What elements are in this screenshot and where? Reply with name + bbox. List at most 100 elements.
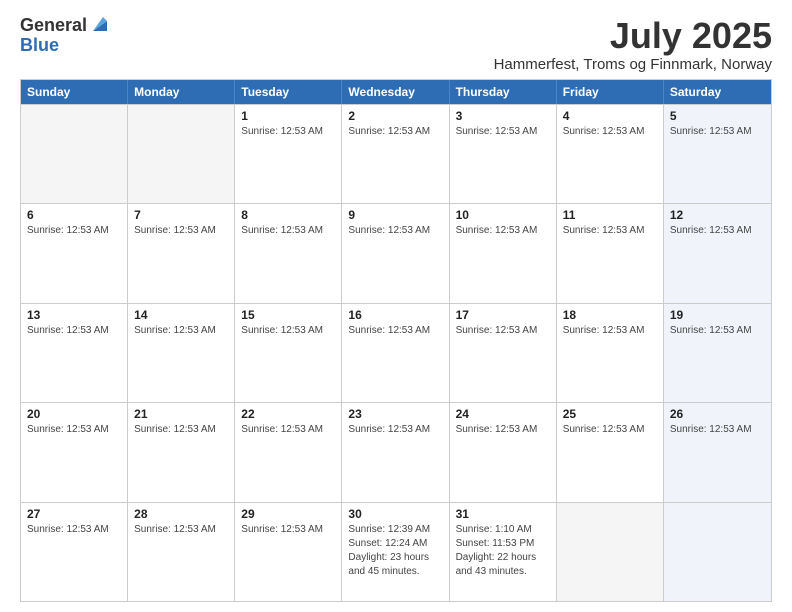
day-info: Sunrise: 12:53 AM	[241, 224, 335, 238]
cal-cell-w4-d7: 26 Sunrise: 12:53 AM	[664, 403, 771, 501]
day-number: 18	[563, 308, 657, 322]
day-number: 4	[563, 109, 657, 123]
day-number: 5	[670, 109, 765, 123]
day-number: 12	[670, 208, 765, 222]
day-number: 22	[241, 407, 335, 421]
day-info: Sunrise: 12:53 AM	[563, 224, 657, 238]
day-number: 31	[456, 507, 550, 521]
cal-cell-w1-d2	[128, 105, 235, 203]
day-number: 9	[348, 208, 442, 222]
day-number: 23	[348, 407, 442, 421]
logo-blue: Blue	[20, 36, 111, 56]
day-info: Sunrise: 12:53 AM	[241, 125, 335, 139]
day-info: Sunrise: 12:53 AM	[670, 125, 765, 139]
day-number: 25	[563, 407, 657, 421]
calendar: Sunday Monday Tuesday Wednesday Thursday…	[20, 79, 772, 602]
month-title: July 2025	[494, 16, 772, 56]
week-row-1: 1 Sunrise: 12:53 AM 2 Sunrise: 12:53 AM 3 Sun…	[21, 104, 771, 203]
day-info: Sunrise: 12:53 AM	[134, 423, 228, 437]
day-info: Sunrise: 12:53 AM	[348, 423, 442, 437]
header-friday: Friday	[557, 80, 664, 104]
cal-cell-w2-d5: 10 Sunrise: 12:53 AM	[450, 204, 557, 302]
day-number: 29	[241, 507, 335, 521]
cal-cell-w5-d5: 31 Sunrise: 1:10 AM Sunset: 11:53 PM Dayl…	[450, 503, 557, 601]
day-info: Sunrise: 12:53 AM	[27, 324, 121, 338]
day-info: Sunrise: 12:53 AM	[670, 423, 765, 437]
calendar-page: General Blue July 2025 Hammerfest, Troms…	[0, 0, 792, 612]
day-number: 14	[134, 308, 228, 322]
header-sunday: Sunday	[21, 80, 128, 104]
week-row-2: 6Sunrise: 12:53 AM7Sunrise: 12:53 AM8Sun…	[21, 203, 771, 302]
day-info: Sunrise: 12:53 AM	[134, 224, 228, 238]
cal-cell-w3-d5: 17Sunrise: 12:53 AM	[450, 304, 557, 402]
cal-cell-w5-d3: 29 Sunrise: 12:53 AM	[235, 503, 342, 601]
cal-cell-w2-d7: 12 Sunrise: 12:53 AM	[664, 204, 771, 302]
day-info: Sunrise: 12:53 AM	[348, 324, 442, 338]
day-info: Sunrise: 12:53 AM	[27, 523, 121, 537]
day-number: 10	[456, 208, 550, 222]
cal-cell-w4-d1: 20 Sunrise: 12:53 AM	[21, 403, 128, 501]
header-saturday: Saturday	[664, 80, 771, 104]
day-number: 28	[134, 507, 228, 521]
cal-cell-w1-d5: 3 Sunrise: 12:53 AM	[450, 105, 557, 203]
day-number: 1	[241, 109, 335, 123]
calendar-body: 1 Sunrise: 12:53 AM 2 Sunrise: 12:53 AM 3 Sun…	[21, 104, 771, 601]
day-number: 13	[27, 308, 121, 322]
cal-cell-w2-d6: 11Sunrise: 12:53 AM	[557, 204, 664, 302]
day-info: Sunrise: 12:53 AM	[27, 423, 121, 437]
day-info: Sunrise: 12:53 AM	[241, 324, 335, 338]
day-info: Sunrise: 12:53 AM	[456, 125, 550, 139]
day-number: 20	[27, 407, 121, 421]
week-row-5: 27Sunrise: 12:53 AM28Sunrise: 12:53 AM29…	[21, 502, 771, 601]
day-number: 3	[456, 109, 550, 123]
week-row-4: 20 Sunrise: 12:53 AM 21 Sunrise: 12:53 AM 22…	[21, 402, 771, 501]
day-info: Sunrise: 12:53 AM	[241, 523, 335, 537]
cal-cell-w4-d6: 25 Sunrise: 12:53 AM	[557, 403, 664, 501]
day-info: Sunrise: 12:53 AM	[134, 523, 228, 537]
day-info: Sunrise: 12:53 AM	[348, 224, 442, 238]
day-number: 2	[348, 109, 442, 123]
cal-cell-w5-d1: 27Sunrise: 12:53 AM	[21, 503, 128, 601]
week-row-3: 13 Sunrise: 12:53 AM 14 Sunrise: 12:53 AM 15…	[21, 303, 771, 402]
cal-cell-w3-d6: 18 Sunrise: 12:53 AM	[557, 304, 664, 402]
title-block: July 2025 Hammerfest, Troms og Finnmark,…	[494, 16, 772, 73]
day-info: Sunrise: 12:53 AM	[456, 224, 550, 238]
cal-cell-w1-d3: 1 Sunrise: 12:53 AM	[235, 105, 342, 203]
cal-cell-w3-d1: 13 Sunrise: 12:53 AM	[21, 304, 128, 402]
day-number: 8	[241, 208, 335, 222]
day-number: 15	[241, 308, 335, 322]
day-number: 26	[670, 407, 765, 421]
day-info: Sunrise: 12:53 AM	[348, 125, 442, 139]
cal-cell-w1-d6: 4Sunrise: 12:53 AM	[557, 105, 664, 203]
day-number: 21	[134, 407, 228, 421]
header-monday: Monday	[128, 80, 235, 104]
calendar-header-row: Sunday Monday Tuesday Wednesday Thursday…	[21, 80, 771, 104]
cal-cell-w5-d4: 30Sunrise: 12:39 AM Sunset: 12:24 AM Day…	[342, 503, 449, 601]
day-info: Sunrise: 1:10 AM Sunset: 11:53 PM Daylig…	[456, 523, 550, 579]
header-thursday: Thursday	[450, 80, 557, 104]
cal-cell-w2-d3: 8 Sunrise: 12:53 AM	[235, 204, 342, 302]
cal-cell-w5-d6	[557, 503, 664, 601]
logo: General Blue	[20, 16, 111, 56]
cal-cell-w2-d1: 6Sunrise: 12:53 AM	[21, 204, 128, 302]
logo-icon	[89, 13, 111, 35]
day-number: 19	[670, 308, 765, 322]
cal-cell-w3-d4: 16Sunrise: 12:53 AM	[342, 304, 449, 402]
cal-cell-w4-d2: 21 Sunrise: 12:53 AM	[128, 403, 235, 501]
day-number: 24	[456, 407, 550, 421]
cal-cell-w1-d7: 5 Sunrise: 12:53 AM	[664, 105, 771, 203]
cal-cell-w3-d7: 19 Sunrise: 12:53 AM	[664, 304, 771, 402]
day-info: Sunrise: 12:53 AM	[27, 224, 121, 238]
day-info: Sunrise: 12:39 AM Sunset: 12:24 AM Dayli…	[348, 523, 442, 579]
day-info: Sunrise: 12:53 AM	[670, 224, 765, 238]
day-info: Sunrise: 12:53 AM	[670, 324, 765, 338]
day-info: Sunrise: 12:53 AM	[563, 324, 657, 338]
cal-cell-w4-d5: 24 Sunrise: 12:53 AM	[450, 403, 557, 501]
day-info: Sunrise: 12:53 AM	[456, 423, 550, 437]
day-info: Sunrise: 12:53 AM	[134, 324, 228, 338]
day-info: Sunrise: 12:53 AM	[241, 423, 335, 437]
cal-cell-w3-d2: 14 Sunrise: 12:53 AM	[128, 304, 235, 402]
header: General Blue July 2025 Hammerfest, Troms…	[20, 16, 772, 73]
day-info: Sunrise: 12:53 AM	[563, 423, 657, 437]
day-info: Sunrise: 12:53 AM	[456, 324, 550, 338]
